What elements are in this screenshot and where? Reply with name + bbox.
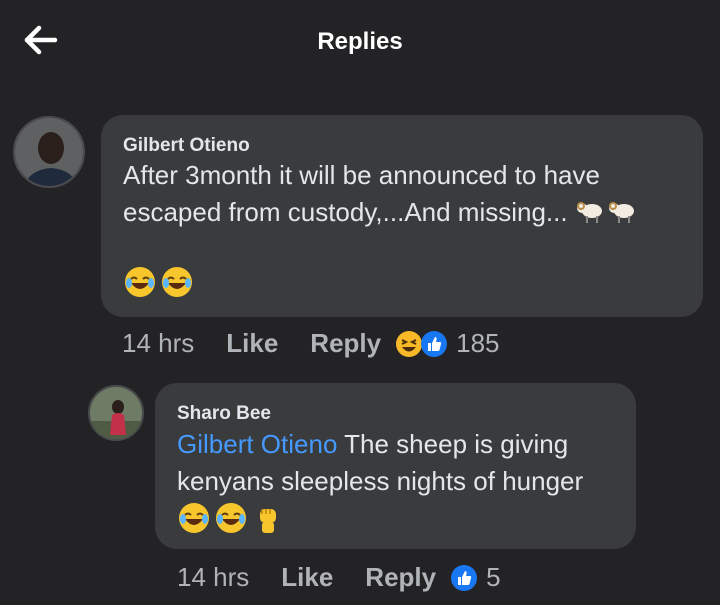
comment-text: Gilbert Otieno The sheep is giving kenya…	[177, 426, 627, 500]
reaction-count: 5	[486, 562, 501, 592]
comment-author[interactable]: Gilbert Otieno	[123, 135, 250, 157]
comment-author[interactable]: Sharo Bee	[177, 403, 271, 425]
reaction-count: 185	[456, 328, 500, 358]
like-icon	[421, 330, 448, 357]
timestamp: 14 hrs	[177, 562, 250, 592]
comment-body: After 3month it will be announced to hav…	[123, 160, 600, 227]
like-button[interactable]: Like	[226, 328, 278, 359]
joy-emoji-icon	[162, 267, 192, 297]
ram-emoji-icon	[576, 202, 602, 223]
reply-button[interactable]: Reply	[365, 562, 436, 593]
emoji-row	[177, 501, 285, 535]
page-title: Replies	[317, 28, 403, 55]
ram-emoji-icon	[608, 202, 634, 223]
reply-button[interactable]: Reply	[310, 328, 381, 359]
haha-icon	[396, 330, 423, 357]
comment-actions: 14 hrs Like Reply 185	[122, 328, 500, 359]
like-icon	[451, 564, 478, 591]
mention-link[interactable]: Gilbert Otieno	[177, 429, 337, 459]
person-avatar-icon	[15, 118, 83, 186]
joy-emoji-icon	[125, 267, 155, 297]
emoji-row	[123, 265, 194, 299]
comment-actions: 14 hrs Like Reply 5	[177, 562, 501, 593]
reaction-summary[interactable]: 185	[395, 328, 500, 359]
joy-emoji-icon	[179, 503, 209, 533]
top-bar: Replies	[0, 0, 720, 88]
comment-bubble: Gilbert Otieno After 3month it will be a…	[101, 115, 703, 317]
comment-text: After 3month it will be announced to hav…	[123, 157, 698, 231]
reply-bubble: Sharo Bee Gilbert Otieno The sheep is gi…	[155, 383, 636, 549]
avatar[interactable]	[13, 116, 85, 188]
avatar[interactable]	[88, 385, 144, 441]
reaction-summary[interactable]: 5	[450, 562, 501, 593]
person-avatar-icon	[90, 387, 142, 439]
like-button[interactable]: Like	[281, 562, 333, 593]
joy-emoji-icon	[216, 503, 246, 533]
timestamp: 14 hrs	[122, 328, 195, 358]
raised-fist-emoji-icon	[260, 509, 276, 533]
